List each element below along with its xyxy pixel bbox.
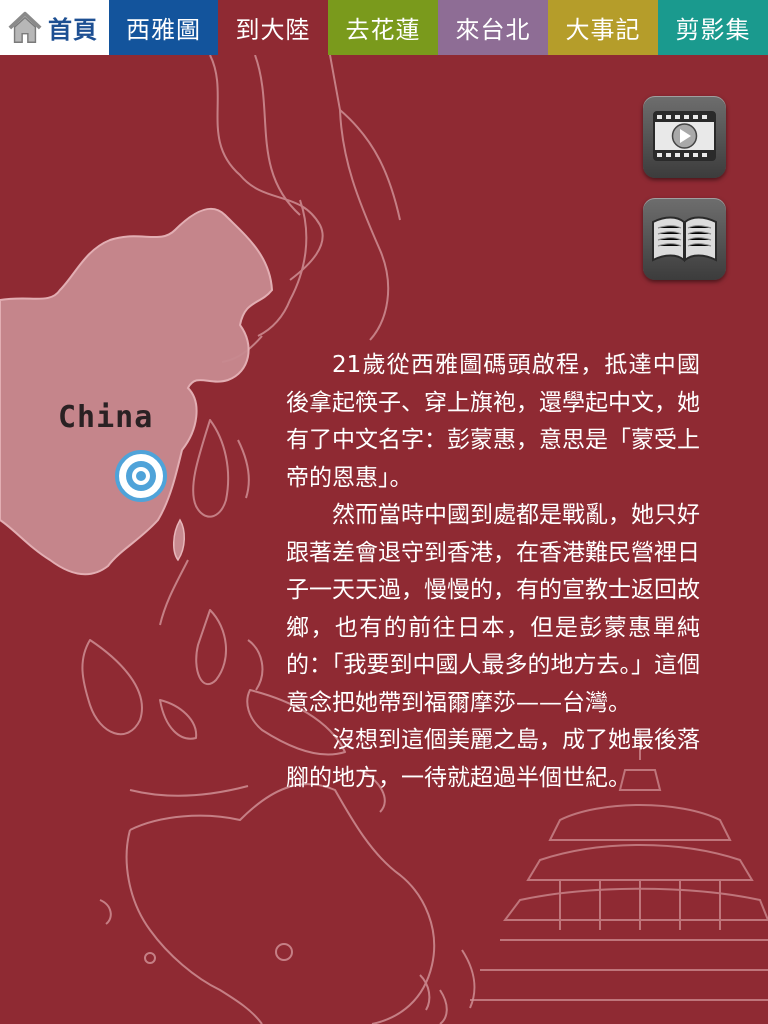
nav-tab-seattle[interactable]: 西雅圖: [109, 0, 218, 55]
nav-tab-label: 西雅圖: [126, 16, 201, 44]
nav-tab-label: 大事記: [565, 16, 641, 44]
video-button[interactable]: [643, 96, 726, 178]
open-book-icon: [652, 216, 717, 263]
nav-home-tab[interactable]: 首頁: [0, 0, 109, 55]
nav-tab-label: 去花蓮: [345, 16, 421, 44]
story-paragraph: 沒想到這個美麗之島，成了她最後落腳的地方，一待就超過半個世紀。: [286, 727, 700, 791]
film-play-icon: [653, 111, 716, 161]
china-label: China: [58, 400, 154, 435]
nav-tab-label: 來台北: [455, 16, 531, 44]
nav-tab-label: 剪影集: [675, 16, 751, 44]
story-text: 21歲從西雅圖碼頭啟程，抵達中國後拿起筷子、穿上旗袍，還學起中文，她有了中文名字…: [286, 347, 700, 797]
top-nav: 首頁 西雅圖 到大陸 去花蓮 來台北 大事記 剪影集: [0, 0, 768, 55]
nav-tab-label: 到大陸: [235, 16, 311, 44]
location-pin-icon[interactable]: [115, 450, 167, 502]
china-region: [0, 207, 274, 576]
book-button[interactable]: [643, 198, 726, 280]
nav-tab-hualien[interactable]: 去花蓮: [328, 0, 438, 55]
nav-tab-mainland[interactable]: 到大陸: [218, 0, 328, 55]
nav-home-label: 首頁: [48, 16, 98, 44]
story-paragraph: 然而當時中國到處都是戰亂，她只好跟著差會退守到香港，在香港難民營裡日子一天天過，…: [286, 502, 700, 716]
home-icon: [8, 11, 42, 43]
nav-tab-timeline[interactable]: 大事記: [548, 0, 658, 55]
nav-tab-taipei[interactable]: 來台北: [438, 0, 548, 55]
nav-tab-gallery[interactable]: 剪影集: [658, 0, 768, 55]
story-paragraph: 21歲從西雅圖碼頭啟程，抵達中國後拿起筷子、穿上旗袍，還學起中文，她有了中文名字…: [286, 352, 700, 491]
